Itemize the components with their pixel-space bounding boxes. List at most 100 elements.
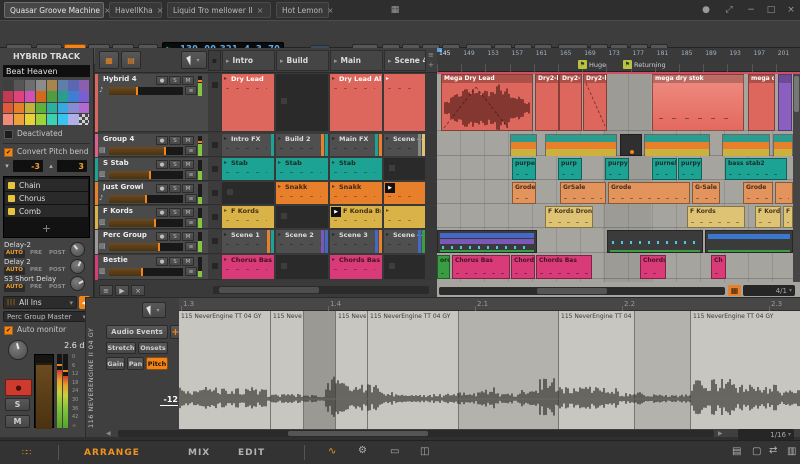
- perc-block[interactable]: [607, 230, 703, 253]
- panel-grid-icon[interactable]: ▦: [388, 3, 402, 17]
- launcher-clip[interactable]: ▸Chorus Bas: [222, 255, 274, 279]
- track-solo-button[interactable]: S: [169, 136, 181, 145]
- arranger-clip[interactable]: F Kords: [687, 206, 745, 228]
- palette-swatch[interactable]: [25, 114, 35, 125]
- stretch-button[interactable]: Stretch: [106, 342, 136, 354]
- palette-swatch[interactable]: [14, 80, 24, 91]
- project-tab[interactable]: Quasar Groove Machine×: [4, 2, 104, 18]
- palette-swatch[interactable]: [58, 114, 68, 125]
- track-header[interactable]: Perc Group●SM▤≡: [95, 230, 208, 254]
- track-fader[interactable]: [109, 171, 183, 179]
- pointer-tool-button[interactable]: ▾: [142, 302, 166, 318]
- palette-swatch[interactable]: [14, 114, 24, 125]
- track-header[interactable]: Group 4●SM▤≡: [95, 134, 208, 157]
- track-menu-button[interactable]: ≡: [185, 218, 197, 227]
- output-select[interactable]: Perc Group Master ▾: [3, 311, 90, 322]
- launcher-clip[interactable]: ▸: [384, 206, 425, 228]
- clip-stop-cell[interactable]: [208, 158, 221, 181]
- launcher-clip[interactable]: ▸Dry Lead Alt: [330, 74, 382, 131]
- arranger-clip[interactable]: purnel: [652, 158, 677, 180]
- track-menu-button[interactable]: ≡: [185, 194, 197, 203]
- arranger-clip[interactable]: F Kords Drone: [545, 206, 593, 228]
- file-panel-icon[interactable]: ▢: [752, 446, 761, 457]
- grid-resolution-select[interactable]: 4/1 ▾: [743, 285, 795, 296]
- single-display-icon[interactable]: ▭: [390, 446, 399, 457]
- bend-down-field[interactable]: -3: [13, 160, 43, 172]
- mappings-icon[interactable]: ⇄: [769, 445, 777, 456]
- track-name[interactable]: F Kords: [103, 207, 155, 216]
- palette-swatch[interactable]: [58, 91, 68, 102]
- palette-swatch[interactable]: [79, 80, 89, 91]
- add-device-button[interactable]: +: [4, 222, 89, 235]
- arranger-clip[interactable]: Grode: [743, 182, 773, 204]
- scroll-left-icon[interactable]: ◀: [106, 430, 114, 437]
- arranger-lane[interactable]: [437, 134, 793, 156]
- group-lane-segment[interactable]: [510, 134, 537, 156]
- zoom-resolution-select[interactable]: 1/16 ▾: [738, 429, 794, 440]
- send-mode-post[interactable]: POST: [47, 267, 67, 275]
- device-item[interactable]: Comb: [5, 205, 88, 217]
- launcher-clip[interactable]: ▸Dry Lead: [222, 74, 274, 131]
- track-menu-button[interactable]: ≡: [185, 170, 197, 179]
- clip-stop-cell[interactable]: [208, 206, 221, 229]
- arranger-clip[interactable]: Mega Dry Lead: [441, 74, 533, 131]
- convert-pitchbend-checkbox[interactable]: ✔: [4, 148, 13, 157]
- arranger-lane[interactable]: GrodeGrSaleGrodeG-SaleGrode: [437, 182, 793, 204]
- track-solo-button[interactable]: S: [169, 184, 181, 193]
- track-arm-button[interactable]: ●: [156, 184, 168, 193]
- mix-tab[interactable]: MIX: [188, 448, 210, 458]
- scrollbar-thumb[interactable]: [537, 288, 607, 294]
- arranger-clip[interactable]: F: [783, 206, 793, 228]
- arranger-lane[interactable]: Mega Dry LeadDry2-bDry2-bDry2-bmega dry …: [437, 74, 793, 131]
- send-knob[interactable]: [70, 259, 85, 274]
- track-arm-button[interactable]: ●: [156, 136, 168, 145]
- palette-swatch[interactable]: [3, 80, 13, 91]
- send-mode-post[interactable]: POST: [47, 284, 67, 292]
- send-mode-auto[interactable]: AUTO: [4, 250, 25, 258]
- group-lane-segment[interactable]: [545, 134, 617, 156]
- perc-block[interactable]: [705, 230, 793, 253]
- track-fader[interactable]: [109, 195, 183, 203]
- editor-timeline-ruler[interactable]: 1.31.42.12.22.3: [179, 298, 800, 311]
- palette-swatch[interactable]: [25, 91, 35, 102]
- track-name-field[interactable]: Beat Heaven: [3, 65, 90, 77]
- launcher-clip[interactable]: ▸Scene 3: [330, 230, 382, 253]
- track-solo-button[interactable]: S: [169, 76, 181, 85]
- launcher-clip[interactable]: ▶: [384, 182, 425, 204]
- edit-tab[interactable]: EDIT: [238, 448, 265, 458]
- send-mode-post[interactable]: POST: [47, 250, 67, 258]
- track-menu-button[interactable]: ≡: [185, 86, 197, 95]
- tab-close-icon[interactable]: ×: [327, 6, 334, 15]
- launcher-clip[interactable]: ▸Scene 4: [384, 134, 425, 156]
- send-mode-auto[interactable]: AUTO: [4, 267, 25, 275]
- arranger-clip[interactable]: Ch: [711, 255, 726, 279]
- palette-swatch[interactable]: [68, 80, 78, 91]
- arranger-clip[interactable]: Dry2-b: [583, 74, 607, 131]
- arranger-clip[interactable]: [775, 182, 793, 204]
- palette-swatch[interactable]: [68, 103, 78, 114]
- cue-marker[interactable]: ⚑: [578, 60, 587, 69]
- send-mode-pre[interactable]: PRE: [28, 284, 44, 292]
- deactivated-checkbox[interactable]: [4, 130, 13, 139]
- arranger-clip[interactable]: F Kord: [755, 206, 781, 228]
- group-lane-segment[interactable]: [722, 134, 770, 156]
- launcher-clip[interactable]: ▸Scene 1: [222, 230, 274, 253]
- scrollbar-thumb[interactable]: [794, 76, 799, 112]
- palette-swatch[interactable]: [36, 103, 46, 114]
- arranger-lane[interactable]: purpelpurppurpylpurnelpurpylbass stab2: [437, 158, 793, 180]
- launcher-empty-slot[interactable]: [276, 255, 328, 279]
- auto-monitor-checkbox[interactable]: ✔: [4, 326, 13, 335]
- scroll-right-icon[interactable]: ▶: [718, 430, 726, 437]
- arranger-lane[interactable]: ordsChorus BasChordsChords BasChordsCh: [437, 255, 793, 279]
- palette-swatch[interactable]: [3, 103, 13, 114]
- grid-badge-icon[interactable]: ▦: [728, 285, 741, 296]
- device-item[interactable]: Chain: [5, 179, 88, 191]
- arranger-clip[interactable]: purpyl: [605, 158, 629, 180]
- palette-swatch[interactable]: [14, 91, 24, 102]
- onsets-button[interactable]: Onsets: [138, 342, 168, 354]
- launcher-empty-slot[interactable]: [222, 182, 274, 204]
- arranger-clip[interactable]: Grode: [512, 182, 536, 204]
- track-fader[interactable]: [109, 147, 183, 155]
- arranger-clip[interactable]: Chorus Bas: [452, 255, 510, 279]
- arranger-clip[interactable]: Chords: [511, 255, 535, 279]
